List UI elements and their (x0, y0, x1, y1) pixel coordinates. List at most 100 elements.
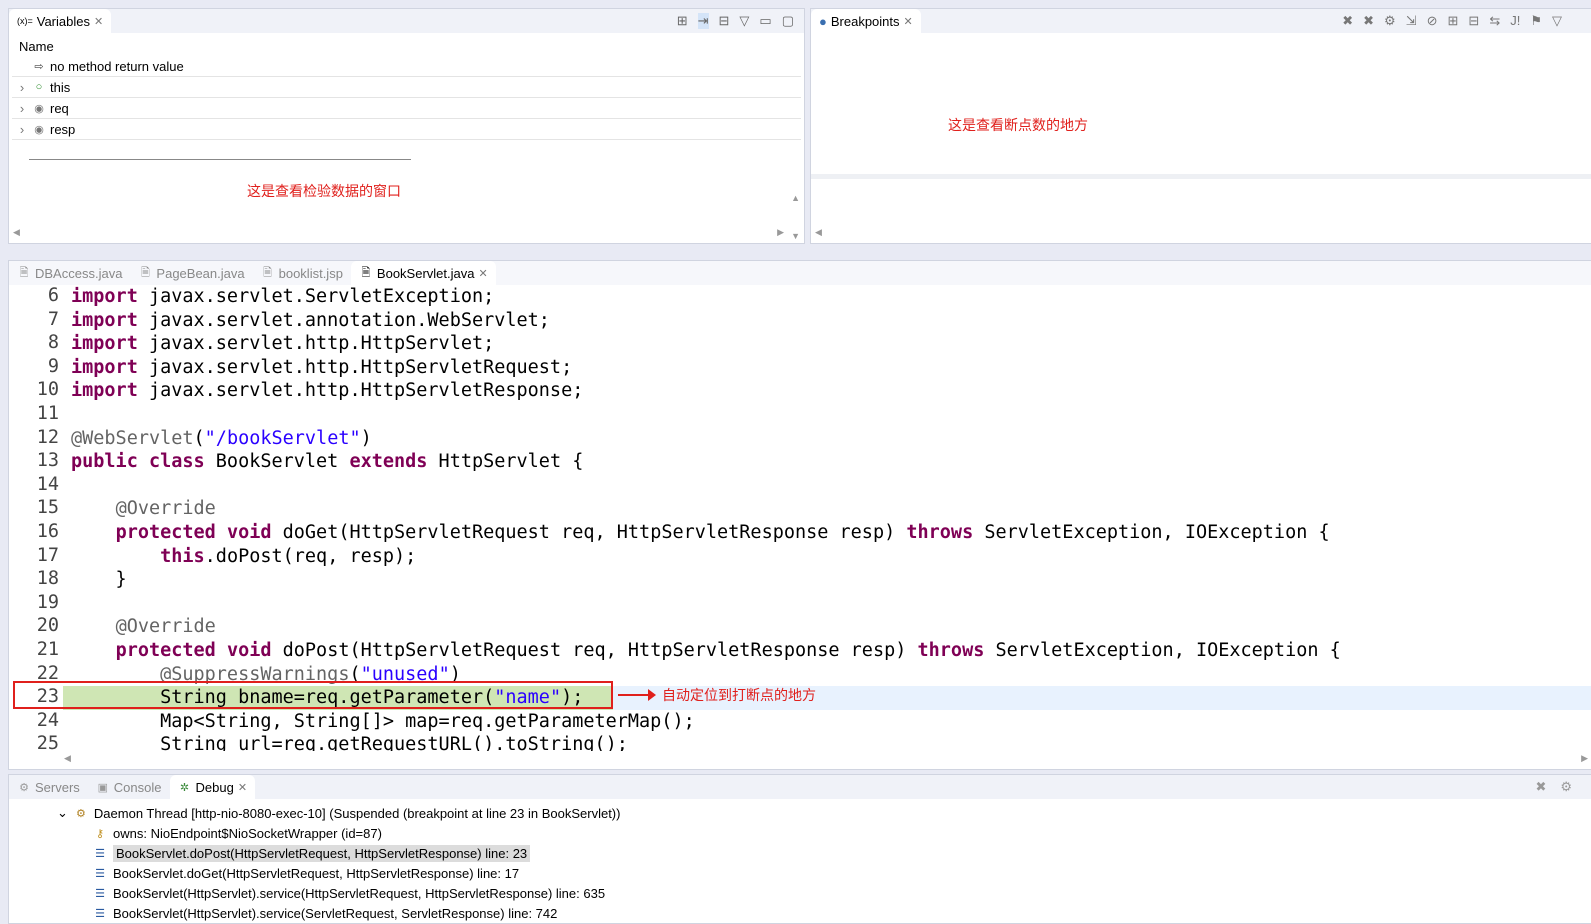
tab-variables[interactable]: (x)= Variables ✕ (9, 9, 112, 33)
variable-name: no method return value (50, 58, 184, 74)
code-line: @Override (115, 498, 216, 520)
show-type-names-icon[interactable]: ⊞ (677, 13, 688, 29)
line-number: 19 (36, 591, 59, 613)
line-number: 13 (36, 450, 59, 472)
stack-frame[interactable]: ☰ BookServlet(HttpServlet).service(HttpSe… (57, 883, 1591, 903)
stack-frame[interactable]: ☰ BookServlet(HttpServlet).service(Servle… (57, 903, 1591, 923)
expand-icon[interactable]: › (12, 122, 32, 137)
maximize-icon[interactable]: ▢ (782, 13, 794, 29)
line-number: 11 (36, 403, 59, 424)
link-icon[interactable]: ⇆ (1489, 13, 1500, 29)
horizontal-scrollbar[interactable]: ◀ (815, 227, 822, 238)
code-line: @WebServlet("/bookServlet") (71, 427, 372, 449)
line-number: 16 (36, 521, 59, 542)
show-logical-structure-icon[interactable]: ⇥ (697, 13, 709, 29)
breakpoints-tabbar: ● Breakpoints ✕ ✖ ✖ ⚙ ⇲ ⊘ ⊞ ⊟ ⇆ J! ⚑ ▽ (811, 9, 1591, 33)
file-icon: 🗎 (361, 266, 371, 279)
remove-icon[interactable]: ✖ (1342, 13, 1353, 29)
tab-label: DBAccess.java (35, 265, 123, 281)
stack-frame-icon: ☰ (95, 847, 105, 860)
stack-frame-icon: ☰ (95, 907, 105, 920)
horizontal-scrollbar[interactable]: ◀ ▶ (13, 227, 784, 238)
view-menu-icon[interactable]: ▽ (739, 13, 749, 29)
variable-row[interactable]: › ◉ req (12, 98, 801, 119)
tab-breakpoints[interactable]: ● Breakpoints ✕ (811, 9, 921, 33)
view-menu-icon[interactable]: ▽ (1552, 13, 1562, 29)
variables-view: (x)= Variables ✕ ⊞ ⇥ ⊟ ▽ ▭ ▢ Name ⇨ no method re… (8, 8, 805, 244)
thread-icon: ⚙ (75, 807, 86, 820)
variable-row[interactable]: › ○ this (12, 77, 801, 98)
stack-frame[interactable]: ☰ BookServlet.doGet(HttpServletRequest, H… (57, 863, 1591, 883)
tab-debug[interactable]: ✲ Debug ✕ (169, 775, 256, 799)
local-icon: ◉ (34, 102, 44, 115)
tab-editor-file[interactable]: 🗎 booklist.jsp (253, 261, 351, 285)
debug-tree: ⌄ ⚙ Daemon Thread [http-nio-8080-exec-10] … (9, 799, 1591, 923)
variable-row[interactable]: › ◉ resp (12, 119, 801, 140)
line-number: 7 (47, 308, 59, 330)
return-icon: ⇨ (34, 60, 44, 73)
tab-editor-file[interactable]: 🗎 PageBean.java (130, 261, 252, 285)
owns-item[interactable]: ⚷ owns: NioEndpoint$NioSocketWrapper (id=… (57, 823, 1591, 843)
arrow-head (648, 689, 656, 701)
chevron-down-icon[interactable]: ⌄ (57, 805, 68, 821)
horizontal-scrollbar[interactable]: ◀ ▶ (64, 753, 1588, 764)
collapse-all-icon[interactable]: ⊟ (719, 13, 730, 29)
expand-icon[interactable]: ⊞ (1448, 13, 1459, 29)
editor-note: 自动定位到打断点的地方 (662, 687, 816, 703)
remove-terminated-icon[interactable]: ✖ (1535, 779, 1546, 795)
tab-label: Variables (36, 13, 90, 29)
variables-tree: ⇨ no method return value › ○ this › ◉ req › ◉ resp (9, 56, 804, 140)
breakpoints-note: 这是查看断点数的地方 (948, 117, 1088, 133)
variable-row[interactable]: ⇨ no method return value (12, 56, 801, 77)
line-number: 14 (36, 473, 59, 495)
variables-note: 这是查看检验数据的窗口 (247, 183, 401, 199)
close-icon[interactable]: ✕ (904, 15, 913, 28)
tab-editor-file[interactable]: 🗎 DBAccess.java (9, 261, 130, 285)
line-number: 18 (36, 568, 59, 590)
tab-editor-file[interactable]: 🗎 BookServlet.java ✕ (350, 261, 496, 285)
remove-all-icon[interactable]: ✖ (1363, 13, 1374, 29)
line-number: 17 (36, 544, 59, 566)
import-icon[interactable]: ⚑ (1530, 13, 1542, 29)
line-number: 21 (36, 639, 59, 660)
close-icon[interactable]: ✕ (238, 781, 247, 794)
skip-icon[interactable]: ⊘ (1427, 13, 1438, 29)
close-icon[interactable]: ✕ (94, 15, 103, 28)
variables-toolbar: ⊞ ⇥ ⊟ ▽ ▭ ▢ (677, 13, 804, 29)
add-java-exception-icon[interactable]: J! (1510, 13, 1520, 29)
divider (811, 174, 1591, 179)
stack-frame[interactable]: ☰ BookServlet.doPost(HttpServletRequest, … (57, 843, 1591, 863)
tab-label: Servers (35, 779, 80, 795)
debug-toolbar: ✖ ⚙ (1535, 779, 1572, 795)
file-icon: 🗎 (19, 266, 29, 279)
frame-label: BookServlet(HttpServlet).service(HttpSer… (113, 885, 606, 901)
code-line: this.doPost(req, resp); (160, 545, 417, 567)
tab-label: Console (113, 779, 162, 795)
expand-icon[interactable]: › (12, 101, 32, 116)
variables-tabbar: (x)= Variables ✕ ⊞ ⇥ ⊟ ▽ ▭ ▢ (9, 9, 804, 33)
owns-label: owns: NioEndpoint$NioSocketWrapper (id=8… (113, 825, 382, 841)
code-line: @Override (115, 616, 216, 638)
debug-options-icon[interactable]: ⚙ (1560, 779, 1572, 795)
tab-label: BookServlet.java (376, 265, 475, 281)
vertical-scrollbar[interactable]: ▲ ▼ (791, 179, 800, 255)
field-icon: ○ (35, 81, 43, 93)
frame-label: BookServlet.doPost(HttpServletRequest, H… (113, 844, 531, 862)
thread-item[interactable]: ⌄ ⚙ Daemon Thread [http-nio-8080-exec-10] … (57, 803, 1591, 823)
frame-label: BookServlet(HttpServlet).service(Servlet… (113, 905, 558, 921)
file-icon: 🗎 (140, 266, 150, 279)
editor-tabbar: 🗎 DBAccess.java 🗎 PageBean.java 🗎 booklist.js… (9, 261, 1591, 285)
breakpoints-toolbar: ✖ ✖ ⚙ ⇲ ⊘ ⊞ ⊟ ⇆ J! ⚑ ▽ (1342, 13, 1591, 29)
variables-icon: (x)= (17, 16, 33, 26)
name-column-header: Name (19, 39, 54, 54)
line-number: 20 (36, 615, 59, 637)
code-line: import javax.servlet.ServletException; (71, 286, 495, 307)
goto-file-icon[interactable]: ⇲ (1406, 13, 1417, 29)
expand-icon[interactable]: › (12, 80, 32, 95)
tab-console[interactable]: ▣ Console (88, 775, 170, 799)
collapse-icon[interactable]: ⊟ (1468, 13, 1479, 29)
tab-servers[interactable]: ⚙ Servers (9, 775, 88, 799)
minimize-icon[interactable]: ▭ (759, 13, 771, 29)
close-icon[interactable]: ✕ (478, 267, 487, 280)
show-all-icon[interactable]: ⚙ (1384, 13, 1396, 29)
